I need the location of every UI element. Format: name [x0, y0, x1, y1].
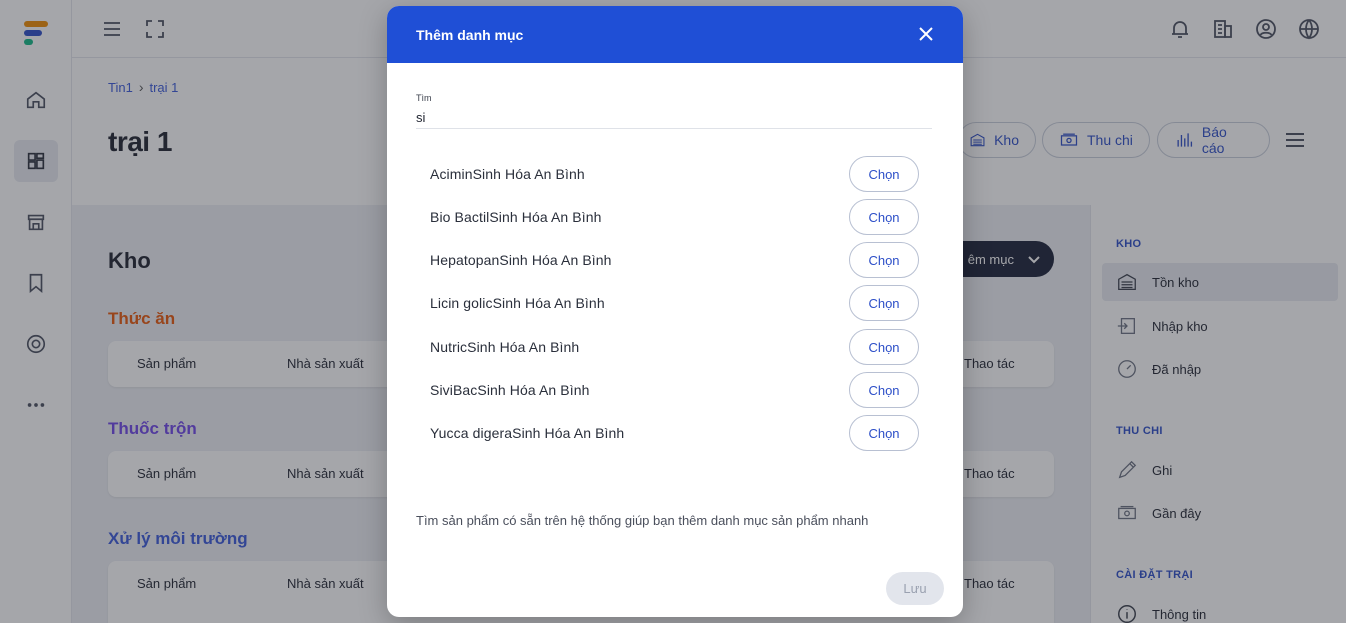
result-name: SiviBacSinh Hóa An Bình [430, 382, 590, 398]
search-label: Tìm [416, 93, 432, 103]
close-icon[interactable] [917, 25, 935, 43]
result-item: AciminSinh Hóa An Bình Chọn [416, 156, 919, 192]
choose-button[interactable]: Chọn [849, 372, 919, 408]
save-button[interactable]: Lưu [886, 572, 944, 605]
result-item: HepatopanSinh Hóa An Bình Chọn [416, 242, 919, 278]
result-item: Licin golicSinh Hóa An Bình Chọn [416, 285, 919, 321]
add-category-dialog: Thêm danh mục Tìm AciminSinh Hóa An Bình… [387, 6, 963, 617]
result-item: Bio BactilSinh Hóa An Bình Chọn [416, 199, 919, 235]
result-name: Licin golicSinh Hóa An Bình [430, 295, 605, 311]
choose-button[interactable]: Chọn [849, 199, 919, 235]
result-item: SiviBacSinh Hóa An Bình Chọn [416, 372, 919, 408]
result-name: Yucca digeraSinh Hóa An Bình [430, 425, 625, 441]
dialog-header: Thêm danh mục [387, 6, 963, 63]
result-name: AciminSinh Hóa An Bình [430, 166, 585, 182]
search-input[interactable] [416, 107, 932, 129]
dialog-hint: Tìm sản phẩm có sẵn trên hệ thống giúp b… [416, 513, 869, 528]
result-name: NutricSinh Hóa An Bình [430, 339, 580, 355]
result-item: NutricSinh Hóa An Bình Chọn [416, 329, 919, 365]
choose-button[interactable]: Chọn [849, 329, 919, 365]
dialog-title: Thêm danh mục [416, 27, 524, 43]
result-name: HepatopanSinh Hóa An Bình [430, 252, 612, 268]
choose-button[interactable]: Chọn [849, 242, 919, 278]
choose-button[interactable]: Chọn [849, 156, 919, 192]
choose-button[interactable]: Chọn [849, 285, 919, 321]
choose-button[interactable]: Chọn [849, 415, 919, 451]
result-name: Bio BactilSinh Hóa An Bình [430, 209, 602, 225]
result-item: Yucca digeraSinh Hóa An Bình Chọn [416, 415, 919, 451]
